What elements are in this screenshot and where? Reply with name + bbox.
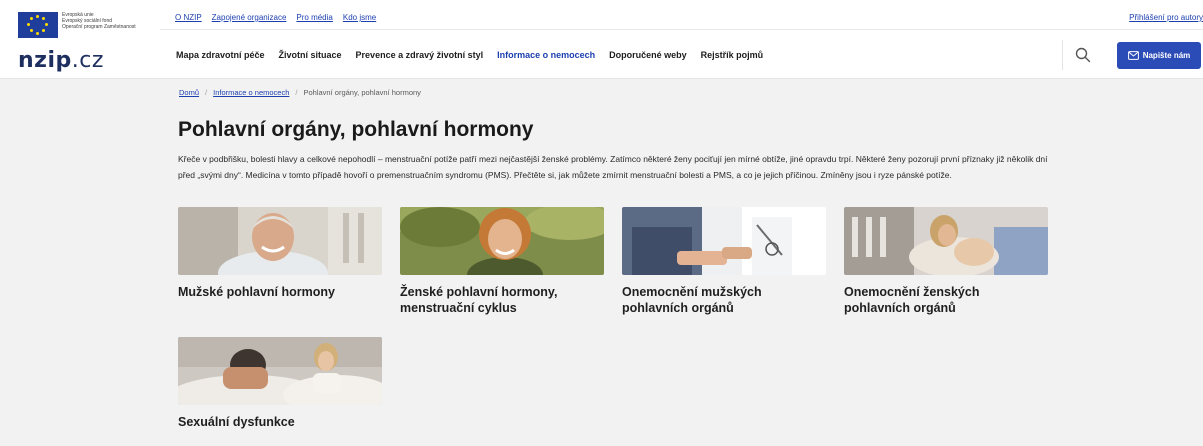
card-title[interactable]: Mužské pohlavní hormony <box>178 284 382 300</box>
nav-item-recommended[interactable]: Doporučené weby <box>609 50 687 60</box>
topic-card-female-organs[interactable]: Onemocnění ženských pohlavních orgánů <box>844 207 1048 316</box>
nav-item-life-situations[interactable]: Životní situace <box>279 50 342 60</box>
contact-button-label: Napište nám <box>1142 51 1191 60</box>
breadcrumb-separator: / <box>205 88 208 97</box>
card-image-doctor-consultation <box>622 207 826 275</box>
eu-line: Operační program Zaměstnanost <box>62 24 136 30</box>
card-image-couple-in-bed <box>178 337 382 405</box>
topic-card-male-hormones[interactable]: Mužské pohlavní hormony <box>178 207 382 300</box>
card-title[interactable]: Ženské pohlavní hormony, menstruační cyk… <box>400 284 604 316</box>
nav-item-map[interactable]: Mapa zdravotní péče <box>176 50 265 60</box>
logo-area[interactable]: Evropská unie Evropský sociální fond Ope… <box>0 0 160 79</box>
divider <box>160 29 1203 30</box>
site-header: Evropská unie Evropský sociální fond Ope… <box>0 0 1203 79</box>
topic-card-female-hormones[interactable]: Ženské pohlavní hormony, menstruační cyk… <box>400 207 604 316</box>
login-link[interactable]: Přihlášení pro autory <box>1129 13 1203 22</box>
breadcrumb-separator: / <box>295 88 298 97</box>
search-icon <box>1075 47 1090 63</box>
card-title[interactable]: Sexuální dysfunkce <box>178 414 382 430</box>
topic-card-male-organs[interactable]: Onemocnění mužských pohlavních orgánů <box>622 207 826 316</box>
topic-card-sexual-dysfunction[interactable]: Sexuální dysfunkce <box>178 337 382 430</box>
card-title[interactable]: Onemocnění ženských pohlavních orgánů <box>844 284 1048 316</box>
card-image-smiling-woman <box>400 207 604 275</box>
card-image-older-man <box>178 207 382 275</box>
toplink-organizations[interactable]: Zapojené organizace <box>212 13 287 22</box>
toplink-about[interactable]: Kdo jsme <box>343 13 376 22</box>
brand-logo[interactable]: nzip.cz <box>18 48 104 73</box>
brand-main: nzip <box>18 48 72 73</box>
card-image-woman-in-pain <box>844 207 1048 275</box>
page-intro: Křeče v podbřišku, bolesti hlavy a celko… <box>178 154 1048 180</box>
search-button[interactable] <box>1062 40 1102 70</box>
mail-icon <box>1127 51 1139 60</box>
toplink-o-nzip[interactable]: O NZIP <box>175 13 202 22</box>
main-nav: Mapa zdravotní péče Životní situace Prev… <box>176 50 763 60</box>
breadcrumb: Domů / Informace o nemocech / Pohlavní o… <box>179 88 421 97</box>
nav-item-prevention[interactable]: Prevence a zdravý životní styl <box>356 50 484 60</box>
breadcrumb-current: Pohlavní orgány, pohlavní hormony <box>303 88 421 97</box>
nav-item-diseases[interactable]: Informace o nemocech <box>497 50 595 60</box>
nav-item-glossary[interactable]: Rejstřík pojmů <box>701 50 764 60</box>
brand-suffix: .cz <box>71 48 104 73</box>
page-title: Pohlavní orgány, pohlavní hormony <box>178 118 534 141</box>
contact-button[interactable]: Napište nám <box>1117 42 1201 69</box>
breadcrumb-home[interactable]: Domů <box>179 88 199 97</box>
toplink-media[interactable]: Pro média <box>296 13 332 22</box>
eu-text: Evropská unie Evropský sociální fond Ope… <box>62 12 158 30</box>
top-links: O NZIP Zapojené organizace Pro média Kdo… <box>175 13 376 22</box>
breadcrumb-diseases[interactable]: Informace o nemocech <box>213 88 289 97</box>
eu-flag-icon <box>18 12 58 38</box>
card-title[interactable]: Onemocnění mužských pohlavních orgánů <box>622 284 826 316</box>
